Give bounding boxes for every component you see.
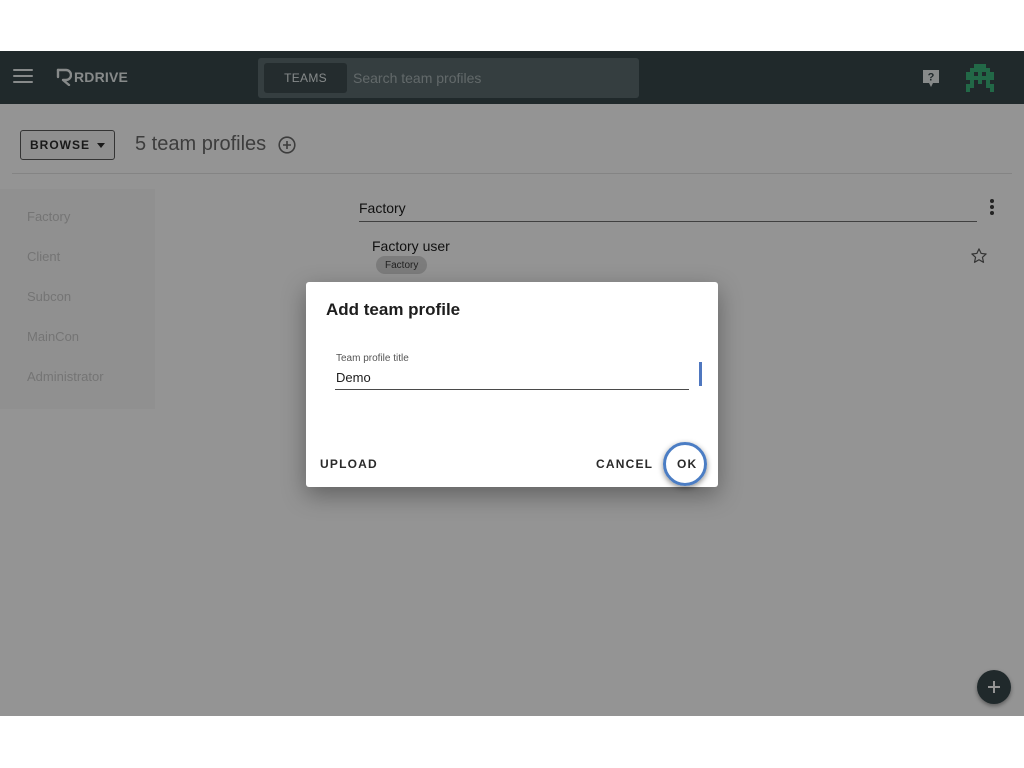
- add-team-profile-dialog: Add team profile Team profile title UPLO…: [306, 282, 718, 487]
- dialog-title: Add team profile: [326, 300, 461, 319]
- upload-button[interactable]: UPLOAD: [320, 457, 378, 471]
- field-label: Team profile title: [336, 353, 409, 364]
- ok-button[interactable]: OK: [677, 457, 697, 471]
- text-cursor-marker: [699, 362, 702, 386]
- app-frame: RDRIVE TEAMS ? BROWSE 5 team profiles: [0, 51, 1024, 716]
- cancel-button[interactable]: CANCEL: [596, 457, 653, 471]
- team-profile-title-input[interactable]: [335, 366, 689, 390]
